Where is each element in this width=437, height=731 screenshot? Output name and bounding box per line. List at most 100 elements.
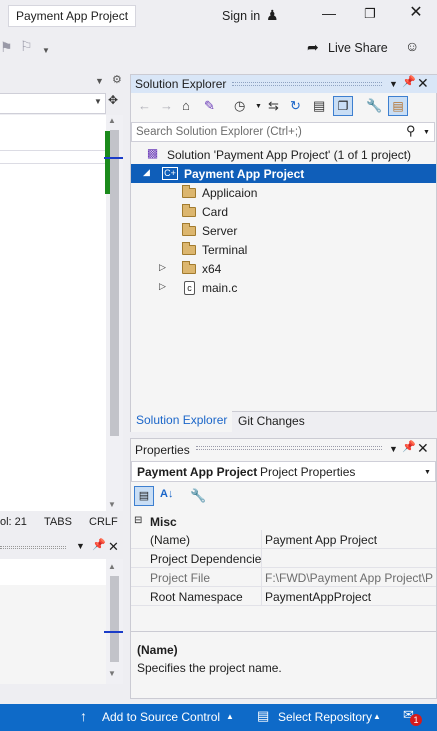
scrollbar-thumb[interactable] <box>110 130 119 436</box>
chevron-up-icon[interactable]: ▲ <box>373 713 381 721</box>
expand-arrow-icon[interactable]: ▷ <box>159 282 166 291</box>
editor-tab-dropdown-icon[interactable]: ▼ <box>95 77 104 86</box>
indentation-indicator[interactable]: TABS <box>44 516 72 528</box>
tree-item-label: Applicaion <box>202 186 258 200</box>
alphabetical-sort-icon[interactable]: A↓ <box>160 489 173 500</box>
collapse-arrow-icon[interactable]: ◢ <box>143 168 150 177</box>
tree-item-folder[interactable]: Applicaion <box>131 183 436 202</box>
column-divider <box>261 549 262 568</box>
live-share-button[interactable]: Live Share <box>328 41 388 55</box>
search-icon[interactable]: ⚲ <box>406 124 416 137</box>
bookmark-next-icon[interactable]: ⚐ <box>20 39 33 53</box>
chevron-down-icon[interactable]: ▼ <box>94 98 102 106</box>
object-name: Payment App Project <box>137 465 258 479</box>
back-icon[interactable]: ← <box>138 99 151 112</box>
collapse-category-icon[interactable]: ⊟ <box>134 516 142 526</box>
restore-icon[interactable]: ❐ <box>363 7 377 20</box>
panel-grip[interactable] <box>232 82 382 86</box>
member-navigation-dropdown[interactable] <box>0 93 106 114</box>
add-to-source-control-button[interactable]: Add to Source Control <box>102 710 220 724</box>
scroll-down-icon[interactable]: ▼ <box>108 501 116 509</box>
account-icon[interactable]: ♟ <box>266 8 279 22</box>
tab-solution-explorer[interactable]: Solution Explorer <box>131 411 232 432</box>
feedback-icon[interactable]: ☺ <box>405 39 419 53</box>
pin-icon[interactable]: 📌 <box>402 442 416 453</box>
panel-grip[interactable] <box>0 546 66 549</box>
pending-changes-filter-icon[interactable]: ◷ <box>234 99 245 112</box>
search-placeholder: Search Solution Explorer (Ctrl+;) <box>136 126 302 138</box>
minimize-icon[interactable]: — <box>322 6 336 20</box>
arrow-up-icon[interactable]: ↑ <box>80 709 87 723</box>
tree-item-file[interactable]: ▷ c main.c <box>131 278 436 297</box>
editor-header <box>0 74 128 92</box>
scrollbar-thumb[interactable] <box>110 576 119 662</box>
property-value[interactable]: PaymentAppProject <box>265 590 435 604</box>
solution-explorer-title: Solution Explorer <box>135 77 227 91</box>
chevron-down-icon[interactable]: ▼ <box>424 469 431 476</box>
split-editor-icon[interactable]: ✥ <box>108 94 118 106</box>
tab-git-changes[interactable]: Git Changes <box>238 414 305 428</box>
close-icon[interactable]: ✕ <box>408 5 424 21</box>
property-name: (Name) <box>150 533 191 547</box>
property-value[interactable]: F:\FWD\Payment App Project\P <box>265 571 435 585</box>
chevron-up-icon[interactable]: ▲ <box>226 713 234 721</box>
preview-selected-items-icon[interactable]: ▤ <box>388 96 408 116</box>
sync-with-document-icon[interactable]: ⇆ <box>268 99 279 112</box>
toolbar-overflow-icon[interactable]: ▼ <box>42 47 50 55</box>
property-row[interactable]: Root Namespace PaymentAppProject <box>131 587 436 606</box>
c-file-icon: c <box>184 281 195 295</box>
panel-grip[interactable] <box>196 446 382 450</box>
scroll-up-icon[interactable]: ▲ <box>108 117 116 125</box>
property-row[interactable]: (Name) Payment App Project <box>131 530 436 549</box>
show-all-files-icon[interactable]: ❐ <box>333 96 353 116</box>
forward-icon[interactable]: → <box>160 99 173 112</box>
tree-item-label: Server <box>202 224 238 238</box>
tree-item-folder[interactable]: Card <box>131 202 436 221</box>
tree-item-folder[interactable]: Terminal <box>131 240 436 259</box>
switch-views-icon[interactable]: ✎ <box>204 99 215 112</box>
line-ending-indicator[interactable]: CRLF <box>89 516 118 528</box>
caret-position-marker <box>104 157 123 159</box>
chevron-down-icon[interactable]: ▼ <box>255 103 262 110</box>
gear-icon[interactable]: ⚙ <box>112 75 122 86</box>
collapse-all-icon[interactable]: ▤ <box>313 99 325 112</box>
notification-badge: 1 <box>410 714 422 726</box>
tree-item-project[interactable]: ◢ C+ Payment App Project <box>131 164 436 183</box>
select-repository-button[interactable]: Select Repository <box>278 710 372 724</box>
property-row[interactable]: Project File F:\FWD\Payment App Project\… <box>131 568 436 587</box>
code-editor[interactable] <box>0 115 106 511</box>
sign-in-link[interactable]: Sign in <box>222 9 260 23</box>
chevron-down-icon[interactable]: ▼ <box>423 129 430 136</box>
wrench-icon[interactable]: 🔧 <box>190 489 206 502</box>
column-indicator[interactable]: ol: 21 <box>0 516 27 528</box>
tree-item-solution[interactable]: ▩ Solution 'Payment App Project' (1 of 1… <box>131 145 436 164</box>
folder-icon <box>182 261 196 274</box>
folder-icon <box>182 223 196 236</box>
wrench-icon[interactable]: 🔧 <box>366 99 382 112</box>
categorized-icon[interactable]: ▤ <box>134 486 154 506</box>
chevron-down-icon[interactable]: ▼ <box>76 542 85 551</box>
live-share-icon[interactable]: ➦ <box>307 40 319 54</box>
chevron-down-icon[interactable]: ▼ <box>389 80 398 89</box>
close-icon[interactable]: ✕ <box>108 540 119 553</box>
folder-icon <box>182 204 196 217</box>
pin-icon[interactable]: 📌 <box>92 540 106 551</box>
tree-item-folder[interactable]: ▷ x64 <box>131 259 436 278</box>
scroll-up-icon[interactable]: ▲ <box>108 563 116 571</box>
close-icon[interactable]: ✕ <box>417 441 429 455</box>
repository-icon[interactable]: ▤ <box>257 709 269 722</box>
refresh-icon[interactable]: ↻ <box>290 99 301 112</box>
pin-icon[interactable]: 📌 <box>402 77 416 88</box>
chevron-down-icon[interactable]: ▼ <box>389 445 398 454</box>
property-value[interactable]: Payment App Project <box>265 533 435 547</box>
object-type: Project Properties <box>260 465 356 479</box>
bookmark-icon[interactable]: ⚑ <box>0 40 13 54</box>
window-title: Payment App Project <box>8 5 137 27</box>
close-icon[interactable]: ✕ <box>417 76 429 90</box>
scroll-down-icon[interactable]: ▼ <box>108 670 116 678</box>
property-row[interactable]: Project Dependencie <box>131 549 436 568</box>
caret-position-marker <box>104 631 123 633</box>
tree-item-folder[interactable]: Server <box>131 221 436 240</box>
expand-arrow-icon[interactable]: ▷ <box>159 263 166 272</box>
home-icon[interactable]: ⌂ <box>182 99 190 112</box>
